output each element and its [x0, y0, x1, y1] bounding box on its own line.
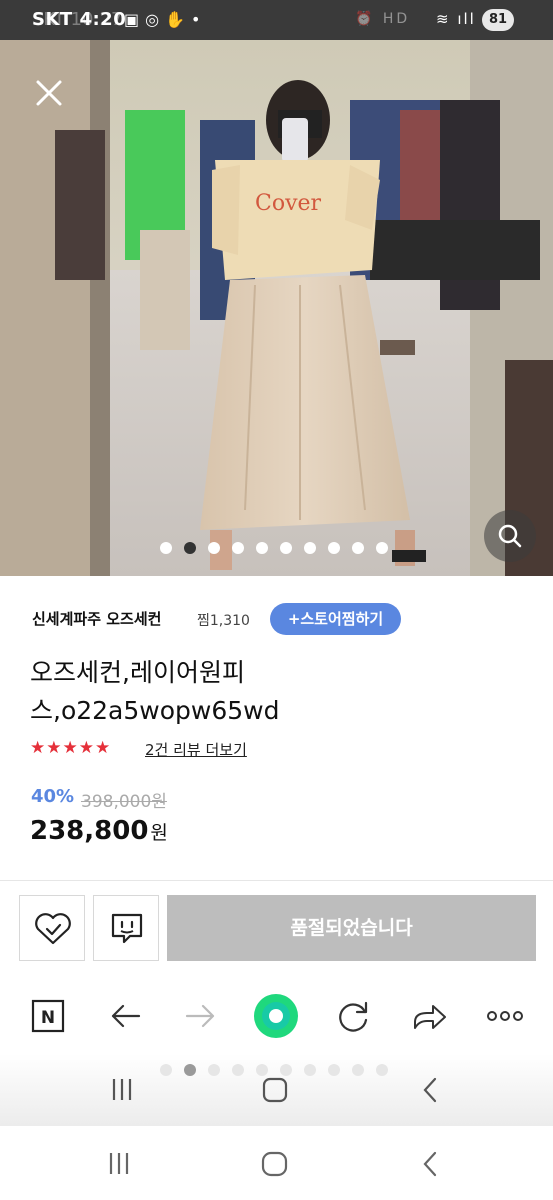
home-icon[interactable] — [261, 1151, 288, 1177]
signal-icons: ≋ ıll — [436, 10, 476, 28]
refresh-icon — [339, 1001, 368, 1032]
product-photo: Cover — [0, 40, 553, 576]
more-button[interactable] — [481, 992, 529, 1040]
store-name[interactable]: 신세계파주 오즈세컨 — [32, 610, 161, 628]
gallery-dot — [376, 542, 388, 554]
naver-home-button[interactable]: N — [24, 992, 72, 1040]
share-icon — [414, 1005, 446, 1029]
green-dot-button[interactable] — [252, 992, 300, 1040]
screen: SKT 10:27 SKT 4:20 ▣◎✋• ⏰ HD ≋ ıll 81 Co… — [0, 0, 553, 1200]
rating-stars: ★★★★★ — [30, 738, 112, 758]
back-nav-icon[interactable] — [423, 1077, 437, 1103]
product-title-line1: 오즈세컨,레이어원피 — [30, 658, 245, 687]
gallery-dot — [232, 542, 244, 554]
arrow-right-icon — [185, 1004, 215, 1028]
back-button[interactable] — [101, 992, 149, 1040]
svg-text:Cover: Cover — [255, 191, 322, 216]
discount-rate: 40% — [31, 786, 75, 807]
review-link[interactable]: 2건 리뷰 더보기 — [145, 739, 247, 760]
product-title-line2: 스,o22a5wopw65wd — [30, 696, 280, 725]
price-unit: 원 — [150, 822, 168, 844]
gallery-dot — [352, 542, 364, 554]
product-title: 오즈세컨,레이어원피 스,o22a5wopw65wd — [30, 654, 330, 730]
gallery-dot — [160, 542, 172, 554]
action-bar: 품절되었습니다 — [0, 880, 553, 976]
notification-icons: ▣◎✋• — [124, 10, 207, 29]
original-price: 398,000원 — [81, 792, 167, 812]
gallery-dot — [280, 542, 292, 554]
gallery-dot — [304, 542, 316, 554]
follow-store-button[interactable]: +스토어찜하기 — [270, 603, 401, 635]
close-icon[interactable] — [30, 74, 68, 112]
wish-button[interactable] — [19, 895, 85, 961]
status-time: SKT 4:20 — [32, 9, 127, 30]
recent-apps-icon[interactable] — [112, 1079, 132, 1100]
sale-price-value: 238,800 — [30, 816, 149, 846]
back-nav-icon[interactable] — [423, 1151, 437, 1177]
chat-icon — [111, 913, 143, 944]
gallery-dot — [184, 542, 196, 554]
status-bar: SKT 10:27 SKT 4:20 ▣◎✋• ⏰ HD ≋ ıll 81 — [0, 0, 553, 40]
talk-button[interactable] — [93, 895, 159, 961]
product-info: 신세계파주 오즈세컨 찜1,310 +스토어찜하기 오즈세컨,레이어원피 스,o… — [0, 576, 553, 880]
heart-check-icon — [35, 913, 71, 945]
browser-toolbar: N — [0, 976, 553, 1054]
wish-count: 찜1,310 — [197, 613, 250, 629]
soldout-button[interactable]: 품절되었습니다 — [167, 895, 536, 961]
refresh-button[interactable] — [329, 992, 377, 1040]
gallery-dot — [208, 542, 220, 554]
battery-indicator: 81 — [482, 9, 514, 31]
overlay-nav-bar — [0, 1054, 553, 1126]
gallery-dot — [328, 542, 340, 554]
forward-button[interactable] — [177, 992, 225, 1040]
home-icon[interactable] — [262, 1077, 288, 1103]
naver-label: N — [41, 1008, 55, 1028]
sale-price: 238,800 원 — [30, 816, 168, 846]
system-nav-bar — [0, 1126, 553, 1200]
share-button[interactable] — [405, 992, 453, 1040]
recent-apps-icon[interactable] — [109, 1153, 129, 1174]
gallery-dot — [256, 542, 268, 554]
product-photo-gallery[interactable]: Cover — [0, 40, 553, 576]
more-icon — [487, 1011, 523, 1021]
arrow-left-icon — [111, 1004, 141, 1028]
status-ghost-icons: ⏰ HD — [355, 11, 411, 27]
green-dot-icon — [254, 994, 298, 1038]
gallery-indicator — [0, 540, 553, 556]
